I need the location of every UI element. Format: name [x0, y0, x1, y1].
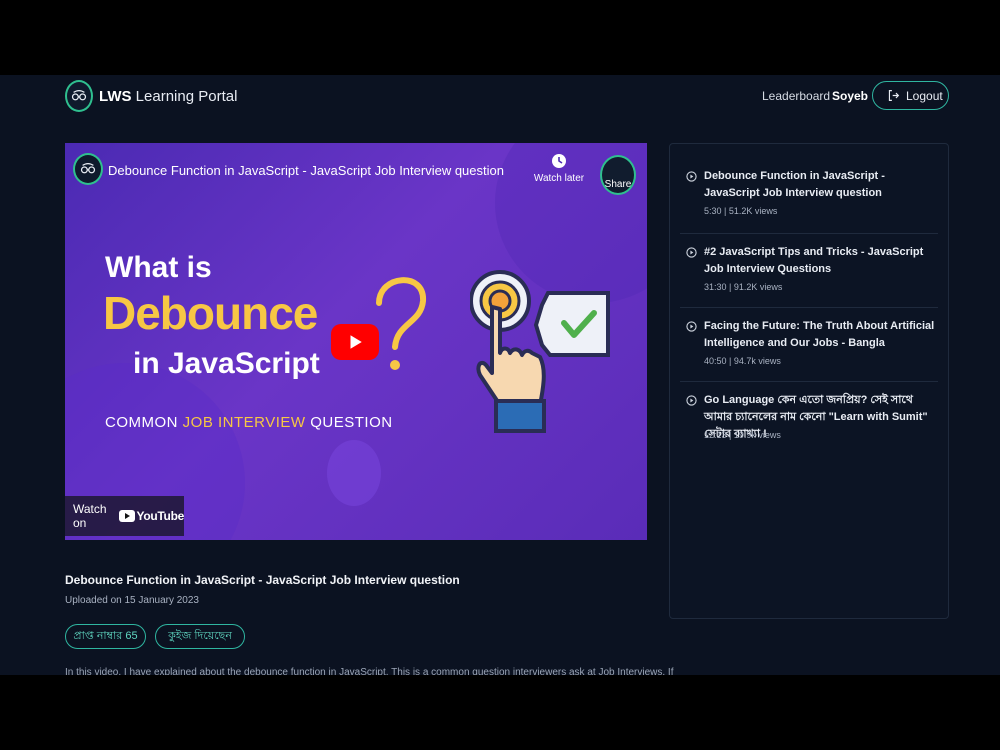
- watch-later-label: Watch later: [533, 173, 585, 184]
- watch-on-label: Watch on: [73, 502, 107, 530]
- logout-label: Logout: [906, 88, 943, 103]
- playlist-item-title: Debounce Function in JavaScript - JavaSc…: [704, 170, 885, 199]
- playlist-item-meta: 40:50 | 94.7k views: [704, 356, 781, 366]
- logout-icon: [888, 90, 900, 101]
- share-button[interactable]: Share: [600, 155, 636, 195]
- play-circle-icon: [686, 247, 697, 258]
- play-circle-icon: [686, 171, 697, 182]
- video-player[interactable]: Debounce Function in JavaScript - JavaSc…: [65, 143, 647, 540]
- play-circle-icon: [686, 321, 697, 332]
- playlist-item[interactable]: Go Language কেন এতো জনপ্রিয়? সেই সাথে আ…: [680, 392, 938, 456]
- brand-logo-icon[interactable]: [65, 80, 93, 112]
- video-title-overlay[interactable]: Debounce Function in JavaScript - JavaSc…: [108, 163, 504, 178]
- playlist-item[interactable]: #2 JavaScript Tips and Tricks - JavaScri…: [680, 244, 938, 308]
- obtained-marks-badge[interactable]: প্রাপ্ত নাম্বার 65: [65, 624, 146, 649]
- share-label: Share: [604, 179, 632, 190]
- playlist-item-meta: 31:30 | 91.2K views: [704, 282, 783, 292]
- video-playlist: Debounce Function in JavaScript - JavaSc…: [669, 143, 949, 619]
- quiz-taken-badge[interactable]: কুইজ দিয়েছেন: [155, 624, 245, 649]
- playlist-item-title: Facing the Future: The Truth About Artif…: [704, 320, 935, 349]
- playlist-item-meta: 12:13 | 19.9k views: [704, 430, 781, 440]
- channel-avatar-icon[interactable]: [73, 153, 103, 185]
- logout-button[interactable]: Logout: [872, 81, 949, 110]
- thumbnail-text-line4: COMMON JOB INTERVIEW QUESTION: [105, 414, 393, 431]
- pointing-hand-icon: [470, 270, 610, 433]
- playlist-item-meta: 5:30 | 51.2K views: [704, 206, 778, 216]
- learning-portal-app: LWS Learning Portal Leaderboard Soyeb Lo…: [0, 75, 1000, 675]
- video-description: In this video, I have explained about th…: [65, 667, 674, 675]
- video-title: Debounce Function in JavaScript - JavaSc…: [65, 573, 460, 587]
- thumbnail-text-line1: What is: [105, 251, 212, 284]
- play-icon: [350, 335, 362, 349]
- playlist-item-title: #2 JavaScript Tips and Tricks - JavaScri…: [704, 246, 924, 275]
- user-name: Soyeb: [832, 89, 869, 103]
- youtube-play-icon: [118, 510, 135, 522]
- watch-later-button[interactable]: Watch later: [531, 153, 587, 184]
- youtube-logo: YouTube: [118, 509, 184, 523]
- playlist-item[interactable]: Facing the Future: The Truth About Artif…: [680, 318, 938, 382]
- nav-leaderboard-link[interactable]: Leaderboard: [762, 89, 830, 103]
- play-circle-icon: [686, 395, 697, 406]
- thumbnail-text-line2: Debounce: [103, 287, 318, 339]
- thumbnail-decor-circle: [327, 440, 381, 506]
- watch-on-youtube-button[interactable]: Watch on YouTube: [65, 496, 184, 536]
- clock-icon: [552, 154, 566, 168]
- upload-date: Uploaded on 15 January 2023: [65, 595, 199, 606]
- brand-name[interactable]: LWS Learning Portal: [99, 88, 237, 105]
- thumbnail-text-line3: in JavaScript: [133, 347, 320, 380]
- top-navbar: LWS Learning Portal Leaderboard Soyeb Lo…: [0, 75, 1000, 119]
- play-button[interactable]: [331, 324, 379, 360]
- playlist-item[interactable]: Debounce Function in JavaScript - JavaSc…: [680, 168, 938, 234]
- question-mark-icon: [376, 277, 426, 370]
